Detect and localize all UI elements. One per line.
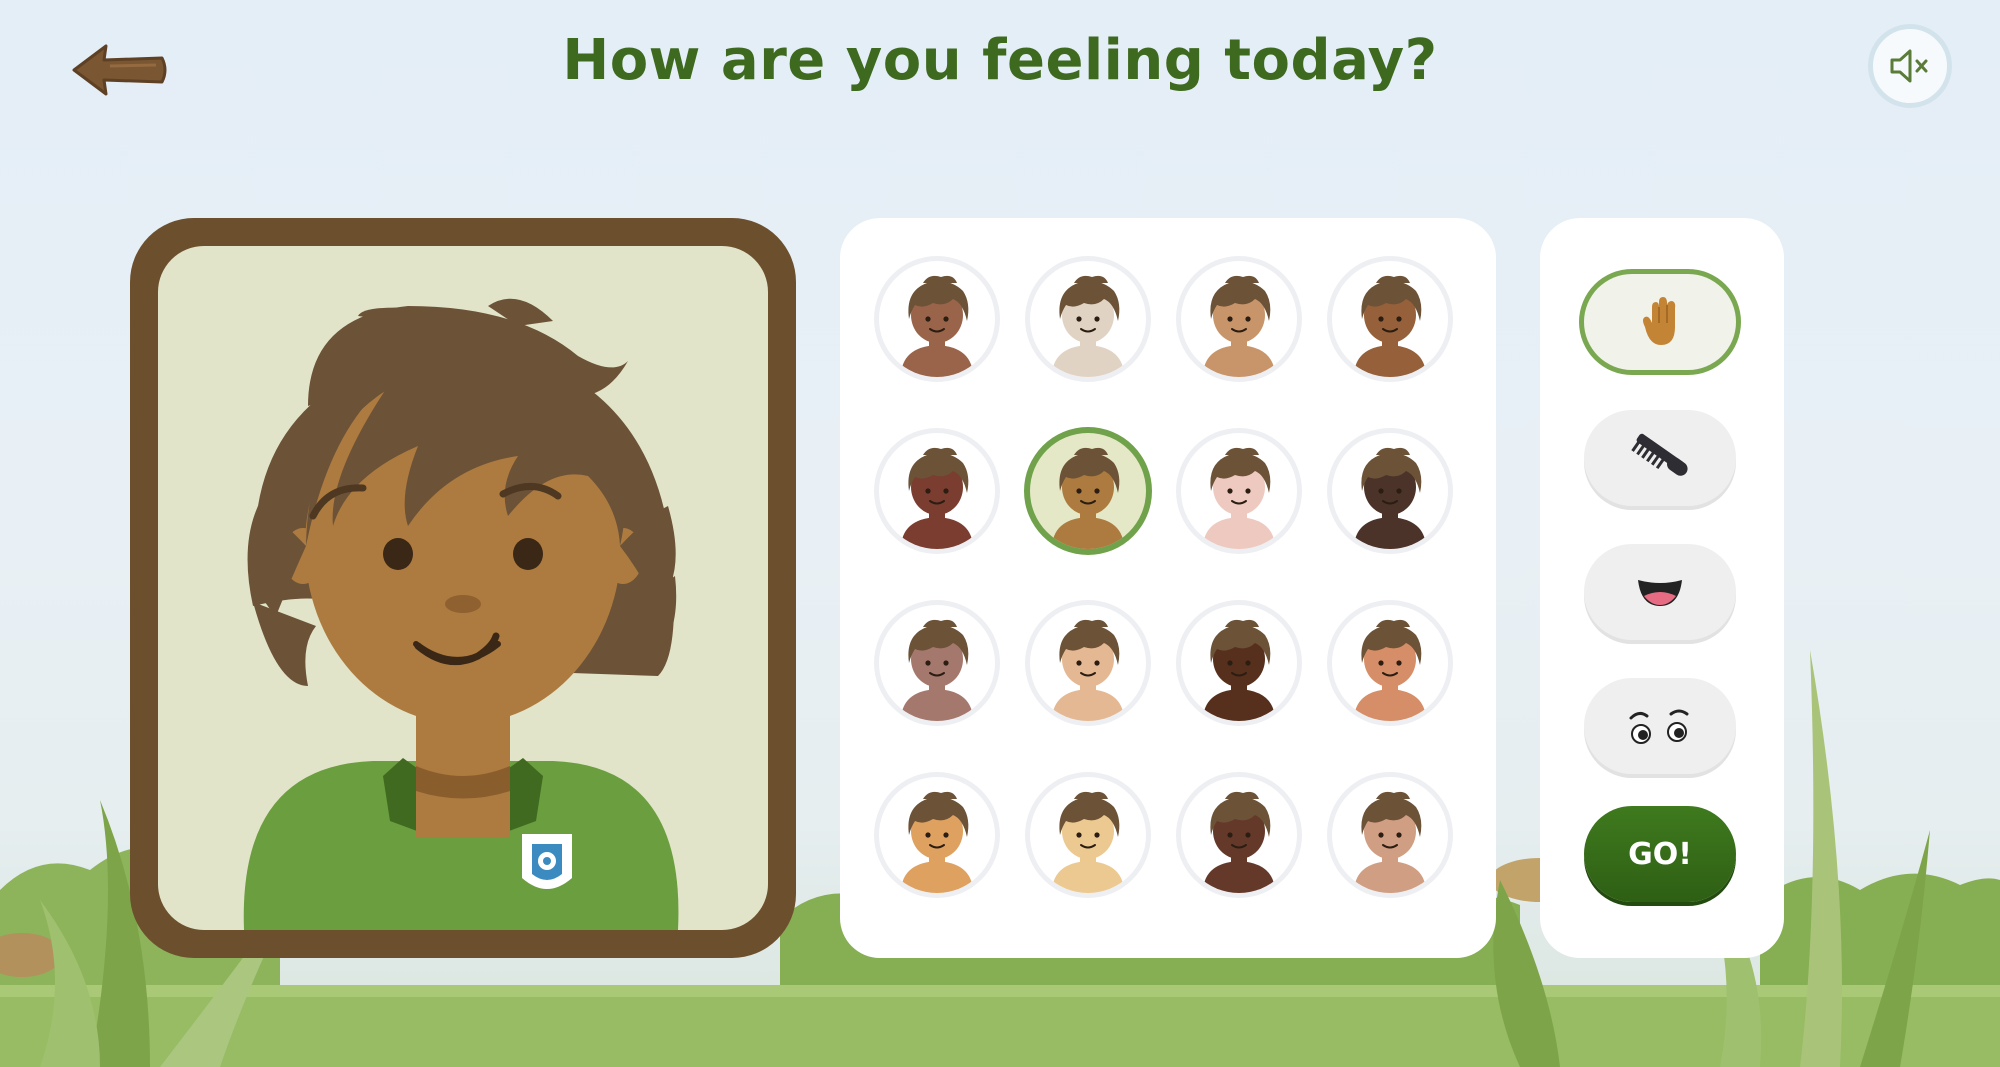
avatar-thumbnail <box>901 619 973 721</box>
avatar-thumbnail <box>1203 447 1275 549</box>
avatar-preview-frame <box>130 218 796 958</box>
hand-icon <box>1643 297 1676 345</box>
avatar-thumbnail <box>1354 791 1426 893</box>
category-hair-button[interactable] <box>1584 410 1736 506</box>
eyes-icon <box>1629 709 1689 744</box>
category-skin-button[interactable] <box>1584 274 1736 370</box>
skin-option-button[interactable] <box>1332 605 1448 721</box>
avatar-thumbnail <box>1354 619 1426 721</box>
avatar-preview <box>158 246 768 930</box>
avatar-preview-figure <box>243 298 679 930</box>
skin-option-button[interactable] <box>879 261 995 377</box>
skin-option-button[interactable] <box>1030 433 1146 549</box>
skin-option-button[interactable] <box>1181 777 1297 893</box>
mute-button[interactable] <box>1868 24 1952 108</box>
avatar-thumbnail <box>1203 791 1275 893</box>
skin-option-button[interactable] <box>1332 433 1448 549</box>
skin-option-button[interactable] <box>1030 605 1146 721</box>
avatar-thumbnail <box>901 275 973 377</box>
skin-option-button[interactable] <box>1181 605 1297 721</box>
avatar-thumbnail <box>1052 275 1124 377</box>
shield-logo-icon <box>522 834 572 889</box>
go-button[interactable]: GO! <box>1584 806 1736 902</box>
avatar-thumbnail <box>1052 447 1124 549</box>
skin-option-button[interactable] <box>879 605 995 721</box>
mouth-icon <box>1638 580 1682 606</box>
avatar-thumbnail <box>1354 447 1426 549</box>
category-mouth-button[interactable] <box>1584 544 1736 640</box>
skin-option-button[interactable] <box>879 433 995 549</box>
skin-option-button[interactable] <box>1030 777 1146 893</box>
avatar-thumbnail <box>1354 275 1426 377</box>
skin-options-panel <box>840 218 1496 958</box>
speaker-muted-icon <box>1890 49 1928 83</box>
skin-option-button[interactable] <box>1332 777 1448 893</box>
avatar-thumbnail <box>1052 791 1124 893</box>
avatar-thumbnail <box>901 447 973 549</box>
category-eyes-button[interactable] <box>1584 678 1736 774</box>
skin-option-button[interactable] <box>879 777 995 893</box>
avatar-thumbnail <box>901 791 973 893</box>
page-title: How are you feeling today? <box>562 28 1438 93</box>
skin-option-button[interactable] <box>1181 261 1297 377</box>
category-panel: GO! <box>1540 218 1784 958</box>
comb-icon <box>1631 433 1688 476</box>
avatar-thumbnail <box>1052 619 1124 721</box>
skin-option-button[interactable] <box>1181 433 1297 549</box>
skin-option-button[interactable] <box>1332 261 1448 377</box>
avatar-thumbnail <box>1203 619 1275 721</box>
skin-option-button[interactable] <box>1030 261 1146 377</box>
avatar-thumbnail <box>1203 275 1275 377</box>
